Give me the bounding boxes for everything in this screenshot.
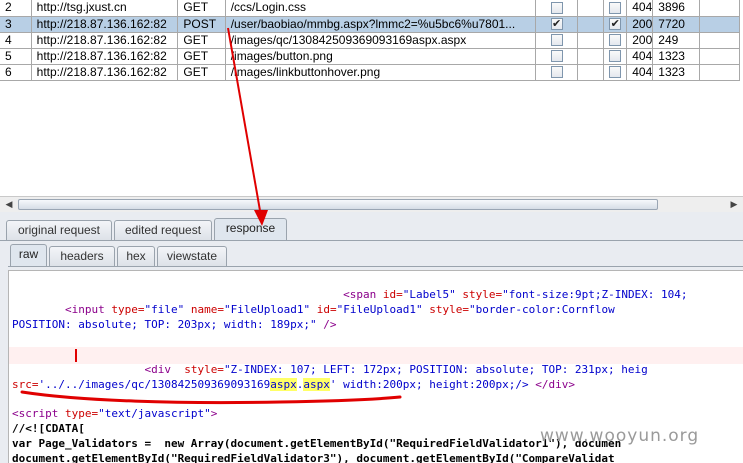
- view-tab-divider: [8, 266, 743, 267]
- table-row[interactable]: 4 http://218.87.136.162:82 GET/images/qc/1…: [0, 32, 743, 49]
- scroll-left-icon[interactable]: ◀: [2, 198, 16, 212]
- edited-checkbox[interactable]: [550, 50, 563, 63]
- tab-divider: [0, 240, 743, 241]
- intercepted-checkbox[interactable]: [609, 2, 622, 15]
- cell-host: http://218.87.136.162:82: [31, 48, 179, 65]
- code-line: <input type="file" name="FileUpload1" id…: [64, 303, 615, 316]
- table-row[interactable]: 3 http://218.87.136.162:82 POST/user/baobi…: [0, 16, 743, 33]
- code-line: document.getElementById("RequiredFieldVa…: [12, 452, 615, 463]
- cell-edited: ✔: [535, 16, 579, 33]
- tab-hex[interactable]: hex: [117, 246, 155, 266]
- cell-spacer: [577, 16, 605, 33]
- tab-raw[interactable]: raw: [10, 244, 47, 266]
- cell-length: 249: [652, 32, 700, 49]
- cell-overflow: [699, 64, 740, 81]
- cell-length: 7720: [652, 16, 700, 33]
- cell-num: 3: [0, 16, 32, 33]
- cell-intercepted: [603, 32, 628, 49]
- edited-checkbox[interactable]: [550, 2, 563, 15]
- cell-url: /user/baobiao/mmbg.aspx?lmmc2=%u5bc6%u78…: [225, 16, 536, 33]
- cell-num: 4: [0, 32, 32, 49]
- cell-host: http://218.87.136.162:82: [31, 16, 179, 33]
- code-line: <span id="Label5" style="font-size:9pt;Z…: [343, 288, 688, 301]
- cell-overflow: [699, 48, 740, 65]
- view-tab-row: raw headers hex viewstate: [0, 242, 743, 266]
- cell-intercepted: [603, 64, 628, 81]
- cell-method: GET: [177, 48, 226, 65]
- cell-url: /images/button.png: [225, 48, 536, 65]
- text-caret: [75, 349, 77, 362]
- code-line: <script type="text/javascript">: [12, 407, 218, 420]
- cell-method: GET: [177, 0, 226, 17]
- cell-spacer: [577, 0, 605, 17]
- edited-checkbox[interactable]: ✔: [550, 18, 563, 31]
- cell-length: 3896: [652, 0, 700, 17]
- cell-overflow: [699, 0, 740, 17]
- code-line-shell-path: src='../../images/qc/130842509369093169a…: [12, 378, 575, 391]
- tab-response[interactable]: response: [214, 218, 287, 240]
- cell-spacer: [577, 32, 605, 49]
- cell-url: /images/linkbuttonhover.png: [225, 64, 536, 81]
- cell-status: 200: [626, 32, 654, 49]
- cell-host: http://218.87.136.162:82: [31, 64, 179, 81]
- intercepted-checkbox[interactable]: [609, 34, 622, 47]
- request-table-panel: 2 http://tsg.jxust.cn GET/ccs/Login.css 404…: [0, 0, 743, 196]
- request-table: 2 http://tsg.jxust.cn GET/ccs/Login.css 404…: [0, 0, 743, 81]
- cell-edited: [535, 0, 579, 17]
- cell-edited: [535, 48, 579, 65]
- code-line: var Page_Validators = new Array(document…: [12, 437, 622, 450]
- edited-checkbox[interactable]: [550, 66, 563, 79]
- scroll-thumb[interactable]: [18, 199, 658, 210]
- cell-edited: [535, 32, 579, 49]
- cell-overflow: [699, 32, 740, 49]
- code-line: <div style="Z-INDEX: 107; LEFT: 172px; P…: [144, 363, 648, 376]
- code-line: POSITION: absolute; TOP: 203px; width: 1…: [12, 318, 337, 331]
- code-line: //<![CDATA[: [12, 422, 85, 435]
- cell-host: http://218.87.136.162:82: [31, 32, 179, 49]
- cell-intercepted: [603, 0, 628, 17]
- intercepted-checkbox[interactable]: ✔: [609, 18, 622, 31]
- table-row[interactable]: 5 http://218.87.136.162:82 GET/images/butt…: [0, 48, 743, 65]
- cell-intercepted: [603, 48, 628, 65]
- request-tab-row: original request edited request response: [0, 216, 743, 240]
- cell-num: 5: [0, 48, 32, 65]
- cell-url: /ccs/Login.css: [225, 0, 536, 17]
- cell-url: /images/qc/130842509369093169aspx.aspx: [225, 32, 536, 49]
- horizontal-scrollbar[interactable]: ◀ ▶: [0, 196, 743, 212]
- cell-num: 2: [0, 0, 32, 17]
- cell-spacer: [577, 64, 605, 81]
- watermark: www.wooyun.org: [540, 426, 700, 446]
- cell-overflow: [699, 16, 740, 33]
- tab-headers[interactable]: headers: [49, 246, 115, 266]
- cell-host: http://tsg.jxust.cn: [31, 0, 179, 17]
- tab-edited-request[interactable]: edited request: [114, 220, 212, 240]
- cell-status: 404: [626, 64, 654, 81]
- table-row[interactable]: 6 http://218.87.136.162:82 GET/images/link…: [0, 64, 743, 81]
- cell-intercepted: ✔: [603, 16, 628, 33]
- cell-method: GET: [177, 64, 226, 81]
- tab-viewstate[interactable]: viewstate: [157, 246, 227, 266]
- table-row[interactable]: 2 http://tsg.jxust.cn GET/ccs/Login.css 404…: [0, 0, 743, 17]
- scroll-right-icon[interactable]: ▶: [727, 198, 741, 212]
- cell-length: 1323: [652, 64, 700, 81]
- cell-status: 404: [626, 0, 654, 17]
- cell-method: POST: [177, 16, 226, 33]
- intercepted-checkbox[interactable]: [609, 66, 622, 79]
- intercepted-checkbox[interactable]: [609, 50, 622, 63]
- current-line-highlight: [9, 347, 743, 364]
- edited-checkbox[interactable]: [550, 34, 563, 47]
- cell-edited: [535, 64, 579, 81]
- cell-status: 404: [626, 48, 654, 65]
- cell-method: GET: [177, 32, 226, 49]
- cell-num: 6: [0, 64, 32, 81]
- cell-status: 200: [626, 16, 654, 33]
- tab-original-request[interactable]: original request: [6, 220, 112, 240]
- cell-length: 1323: [652, 48, 700, 65]
- cell-spacer: [577, 48, 605, 65]
